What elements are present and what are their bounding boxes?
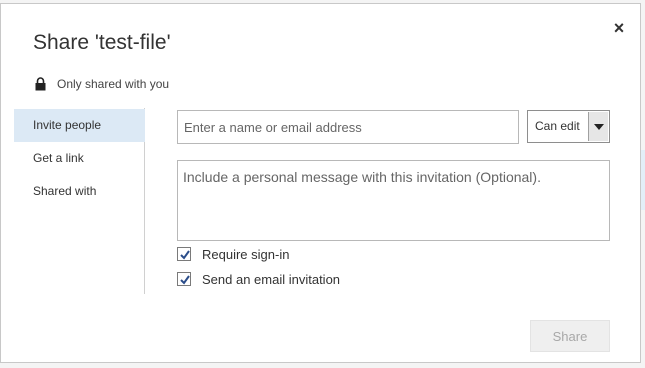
require-signin-row: Require sign-in bbox=[177, 246, 289, 262]
sharing-status: Only shared with you bbox=[35, 76, 169, 92]
send-email-checkbox[interactable] bbox=[177, 272, 191, 286]
nav-invite-people[interactable]: Invite people bbox=[14, 109, 145, 142]
close-icon[interactable]: × bbox=[609, 18, 629, 38]
require-signin-checkbox[interactable] bbox=[177, 247, 191, 261]
permission-select[interactable]: Can edit bbox=[527, 110, 610, 143]
dialog-title: Share 'test-file' bbox=[33, 31, 171, 54]
lock-icon bbox=[35, 77, 46, 91]
checkmark-icon bbox=[180, 250, 190, 260]
send-email-label: Send an email invitation bbox=[202, 271, 341, 287]
nav-get-a-link[interactable]: Get a link bbox=[14, 142, 145, 175]
require-signin-label: Require sign-in bbox=[202, 246, 290, 262]
nav-shared-with[interactable]: Shared with bbox=[14, 175, 145, 208]
send-email-row: Send an email invitation bbox=[177, 271, 340, 287]
share-button[interactable]: Share bbox=[530, 320, 610, 352]
dropdown-button[interactable] bbox=[588, 112, 608, 141]
permission-value: Can edit bbox=[535, 119, 580, 133]
name-or-email-input[interactable] bbox=[177, 110, 519, 144]
sharing-status-text: Only shared with you bbox=[57, 77, 170, 91]
share-nav: Invite people Get a link Shared with bbox=[14, 108, 145, 294]
background-strip bbox=[641, 150, 645, 210]
checkmark-icon bbox=[180, 275, 190, 285]
chevron-down-icon bbox=[594, 124, 604, 130]
personal-message-input[interactable] bbox=[177, 160, 610, 241]
share-dialog: Share 'test-file' × Only shared with you… bbox=[0, 3, 641, 363]
